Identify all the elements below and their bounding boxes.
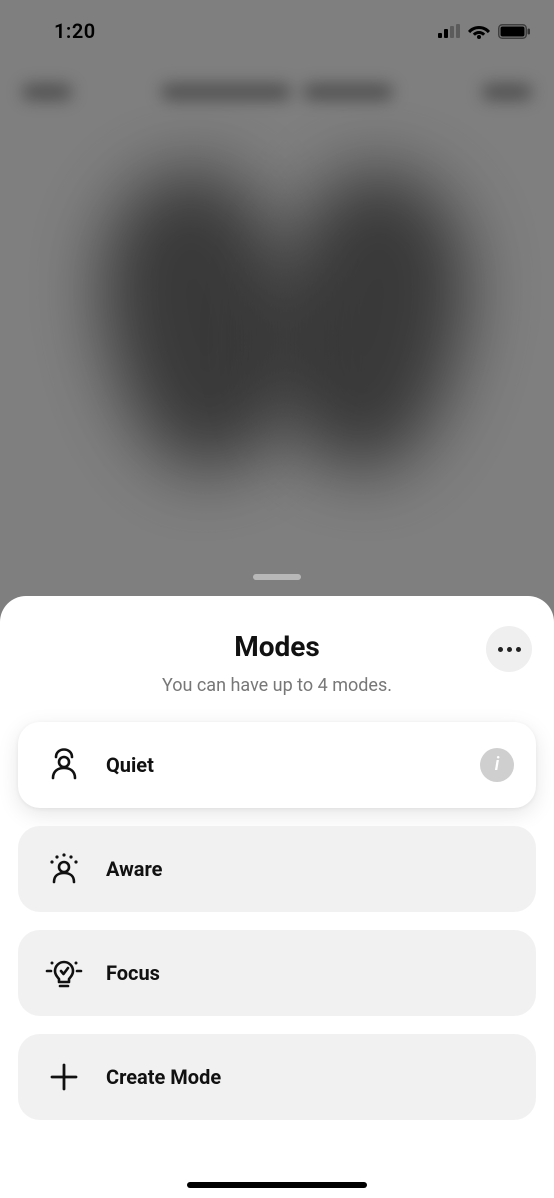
info-icon: i: [495, 756, 500, 774]
focus-icon: [40, 956, 88, 990]
cellular-icon: [438, 24, 460, 38]
mode-label: Focus: [106, 961, 514, 985]
aware-icon: [40, 851, 88, 887]
home-indicator[interactable]: [187, 1182, 367, 1188]
modes-sheet: Modes You can have up to 4 modes. Quiet: [0, 596, 554, 1198]
sheet-title: Modes: [18, 630, 536, 663]
create-mode-label: Create Mode: [106, 1065, 514, 1089]
plus-icon: [40, 1063, 88, 1091]
create-mode-button[interactable]: Create Mode: [18, 1034, 536, 1120]
sheet-subtitle: You can have up to 4 modes.: [18, 675, 536, 696]
mode-label: Aware: [106, 857, 514, 881]
more-icon: [498, 647, 503, 652]
sheet-handle[interactable]: [253, 574, 301, 580]
status-time: 1:20: [30, 11, 96, 43]
mode-list: Quiet i Aware: [18, 722, 536, 1120]
battery-icon: [498, 24, 530, 39]
mode-label: Quiet: [106, 753, 480, 777]
quiet-icon: [40, 748, 88, 782]
info-button[interactable]: i: [480, 748, 514, 782]
mode-item-quiet[interactable]: Quiet i: [18, 722, 536, 808]
status-bar: 1:20: [0, 0, 554, 54]
more-button[interactable]: [486, 626, 532, 672]
wifi-icon: [468, 23, 490, 39]
mode-item-focus[interactable]: Focus: [18, 930, 536, 1016]
mode-item-aware[interactable]: Aware: [18, 826, 536, 912]
